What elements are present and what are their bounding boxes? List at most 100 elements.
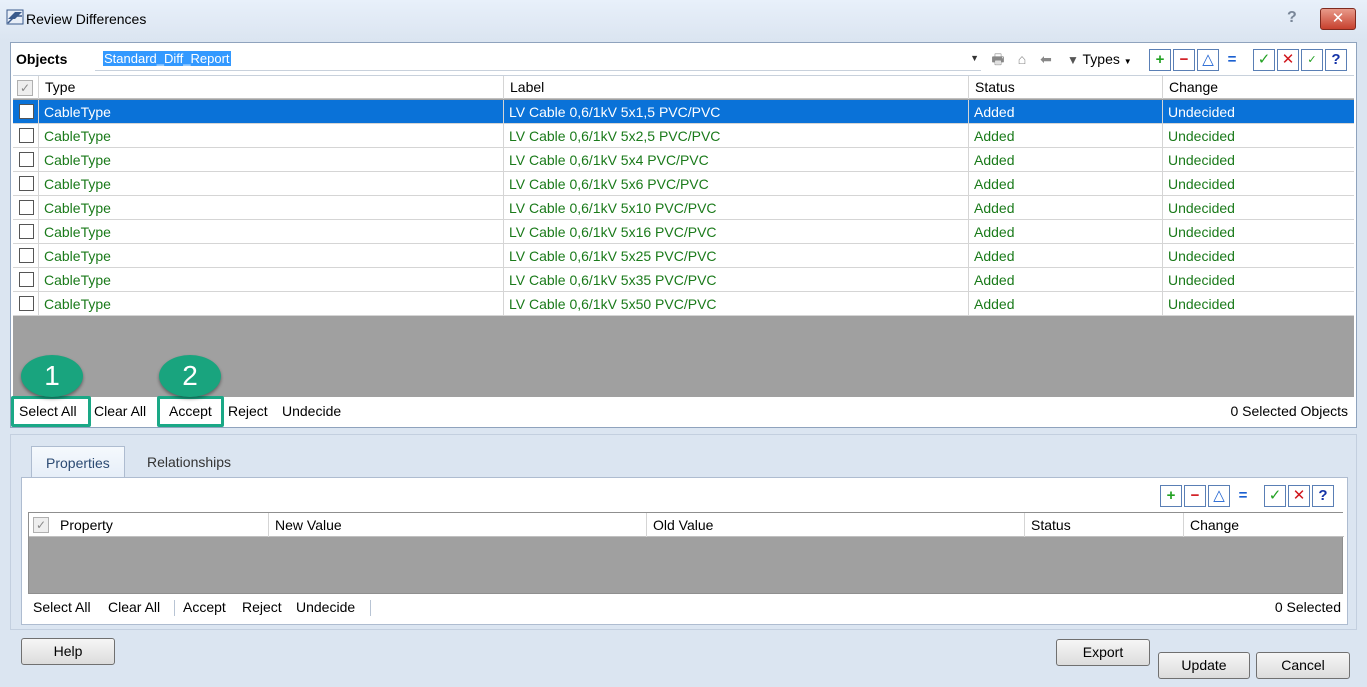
cell-change: Undecided <box>1162 148 1354 172</box>
cell-status: Added <box>968 148 1162 172</box>
show-accepted-button[interactable]: ✓ <box>1253 49 1275 71</box>
table-row[interactable]: CableType LV Cable 0,6/1kV 5x2,5 PVC/PVC A… <box>13 124 1354 148</box>
column-header-new-value[interactable]: New Value <box>268 513 646 537</box>
window-help-icon[interactable]: ? <box>1287 9 1297 27</box>
cell-change: Undecided <box>1162 244 1354 268</box>
table-row[interactable]: CableType LV Cable 0,6/1kV 5x10 PVC/PVC Ad… <box>13 196 1354 220</box>
help-button[interactable]: ? <box>1325 49 1347 71</box>
cell-label: LV Cable 0,6/1kV 5x1,5 PVC/PVC <box>503 100 968 124</box>
cell-type: CableType <box>38 100 503 124</box>
prop-clear-all-button[interactable]: Clear All <box>108 599 160 615</box>
prop-help-button[interactable]: ? <box>1312 485 1334 507</box>
cancel-button[interactable]: Cancel <box>1256 652 1350 679</box>
prop-show-added-button[interactable]: + <box>1160 485 1182 507</box>
column-header-label[interactable]: Label <box>503 76 968 99</box>
table-row[interactable]: CableType LV Cable 0,6/1kV 5x25 PVC/PVC Ad… <box>13 244 1354 268</box>
cell-label: LV Cable 0,6/1kV 5x16 PVC/PVC <box>503 220 968 244</box>
row-checkbox[interactable] <box>19 176 34 191</box>
table-row[interactable]: CableType LV Cable 0,6/1kV 5x6 PVC/PVC Add… <box>13 172 1354 196</box>
row-checkbox[interactable] <box>19 224 34 239</box>
export-button[interactable]: Export <box>1056 639 1150 666</box>
details-panel: Properties Relationships + − △ = ✓ ✕ ? ✓… <box>10 434 1357 630</box>
window-close-button[interactable]: ✕ <box>1320 8 1356 30</box>
objects-grid-header: ✓ Type Label Status Change <box>13 76 1354 99</box>
table-row[interactable]: CableType LV Cable 0,6/1kV 5x4 PVC/PVC Add… <box>13 148 1354 172</box>
show-changed-button[interactable]: △ <box>1197 49 1219 71</box>
column-header-change[interactable]: Change <box>1162 76 1354 99</box>
clear-all-button[interactable]: Clear All <box>94 403 146 419</box>
selected-objects-count: 0 Selected Objects <box>1230 403 1348 419</box>
row-checkbox[interactable] <box>19 296 34 311</box>
select-all-checkbox[interactable]: ✓ <box>17 80 33 96</box>
prop-show-accepted-button[interactable]: ✓ <box>1264 485 1286 507</box>
selected-properties-count: 0 Selected <box>1274 599 1341 615</box>
column-header-status[interactable]: Status <box>968 76 1162 99</box>
cell-status: Added <box>968 172 1162 196</box>
report-name: Standard_Diff_Report <box>103 51 231 66</box>
cell-label: LV Cable 0,6/1kV 5x6 PVC/PVC <box>503 172 968 196</box>
cell-type: CableType <box>38 172 503 196</box>
prop-show-changed-button[interactable]: △ <box>1208 485 1230 507</box>
prop-accept-button[interactable]: Accept <box>183 599 226 615</box>
prop-select-all-button[interactable]: Select All <box>33 599 91 615</box>
row-checkbox[interactable] <box>19 248 34 263</box>
table-row[interactable]: CableType LV Cable 0,6/1kV 5x1,5 PVC/PVC A… <box>13 100 1354 124</box>
column-header-type[interactable]: Type <box>38 76 503 99</box>
column-header-property[interactable]: Property <box>54 513 268 537</box>
report-combo[interactable]: Standard_Diff_Report ▼ <box>95 47 981 71</box>
back-arrow-icon[interactable]: ⬅ <box>1037 50 1055 68</box>
prop-show-removed-button[interactable]: − <box>1184 485 1206 507</box>
prop-show-equal-button[interactable]: = <box>1232 485 1254 507</box>
column-header-prop-status[interactable]: Status <box>1024 513 1183 537</box>
row-checkbox[interactable] <box>19 272 34 287</box>
cell-change: Undecided <box>1162 268 1354 292</box>
prop-show-rejected-button[interactable]: ✕ <box>1288 485 1310 507</box>
types-label: Types <box>1082 51 1120 67</box>
prop-reject-button[interactable]: Reject <box>242 599 282 615</box>
tab-properties[interactable]: Properties <box>31 446 125 478</box>
table-row[interactable]: CableType LV Cable 0,6/1kV 5x50 PVC/PVC Ad… <box>13 292 1354 316</box>
accept-highlight <box>157 396 224 427</box>
home-icon[interactable]: ⌂ <box>1013 50 1031 68</box>
objects-grid: ✓ Type Label Status Change CableType LV C… <box>13 75 1354 397</box>
print-icon[interactable]: 🖶 <box>989 50 1007 68</box>
row-checkbox[interactable] <box>19 200 34 215</box>
cell-status: Added <box>968 220 1162 244</box>
cell-status: Added <box>968 244 1162 268</box>
properties-grid: ✓ Property New Value Old Value Status Ch… <box>28 512 1344 594</box>
window-title: Review Differences <box>26 11 147 27</box>
tab-relationships[interactable]: Relationships <box>133 446 245 478</box>
table-row[interactable]: CableType LV Cable 0,6/1kV 5x35 PVC/PVC Ad… <box>13 268 1354 292</box>
show-removed-button[interactable]: − <box>1173 49 1195 71</box>
table-row[interactable]: CableType LV Cable 0,6/1kV 5x16 PVC/PVC Ad… <box>13 220 1354 244</box>
prop-undecide-button[interactable]: Undecide <box>296 599 355 615</box>
cell-type: CableType <box>38 220 503 244</box>
row-checkbox[interactable] <box>19 152 34 167</box>
row-checkbox[interactable] <box>19 104 34 119</box>
cell-label: LV Cable 0,6/1kV 5x2,5 PVC/PVC <box>503 124 968 148</box>
show-undecided-button[interactable]: ✓ <box>1301 49 1323 71</box>
show-added-button[interactable]: + <box>1149 49 1171 71</box>
column-header-prop-change[interactable]: Change <box>1183 513 1344 537</box>
cell-label: LV Cable 0,6/1kV 5x25 PVC/PVC <box>503 244 968 268</box>
row-checkbox[interactable] <box>19 128 34 143</box>
prop-select-all-checkbox[interactable]: ✓ <box>33 517 49 533</box>
column-header-old-value[interactable]: Old Value <box>646 513 1024 537</box>
cell-label: LV Cable 0,6/1kV 5x35 PVC/PVC <box>503 268 968 292</box>
update-button[interactable]: Update <box>1158 652 1250 679</box>
reject-button[interactable]: Reject <box>228 403 268 419</box>
filter-icon: ▼ <box>1067 53 1079 67</box>
properties-tab-body: + − △ = ✓ ✕ ? ✓ Property New Value Old V… <box>21 477 1348 625</box>
show-equal-button[interactable]: = <box>1221 49 1243 71</box>
cell-change: Undecided <box>1162 172 1354 196</box>
cell-type: CableType <box>38 244 503 268</box>
select-all-highlight <box>11 396 91 427</box>
help-dialog-button[interactable]: Help <box>21 638 115 665</box>
types-filter-button[interactable]: ▼ Types ▼ <box>1067 51 1132 67</box>
undecide-button[interactable]: Undecide <box>282 403 341 419</box>
cell-status: Added <box>968 100 1162 124</box>
show-rejected-button[interactable]: ✕ <box>1277 49 1299 71</box>
cell-type: CableType <box>38 292 503 316</box>
chevron-down-icon[interactable]: ▼ <box>970 53 979 63</box>
cell-label: LV Cable 0,6/1kV 5x10 PVC/PVC <box>503 196 968 220</box>
